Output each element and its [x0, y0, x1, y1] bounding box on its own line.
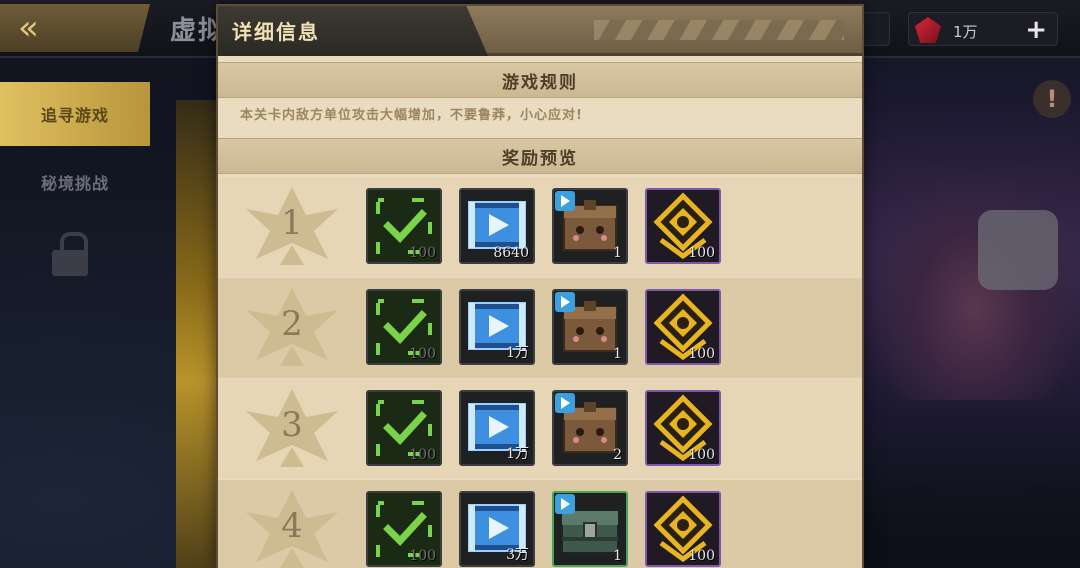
- details-modal: 详细信息 游戏规则 本关卡内敌方单位攻击大幅增加，不要鲁莽，小心应对! 奖励预览…: [218, 6, 862, 568]
- rank-emblem: 2: [244, 286, 340, 370]
- side-nav: 追寻游戏 秘境挑战: [0, 60, 180, 568]
- rewards-heading: 奖励预览: [218, 138, 862, 174]
- reward-item[interactable]: 1万: [459, 390, 535, 466]
- reward-item[interactable]: 2: [552, 390, 628, 466]
- tab-pursuit-game[interactable]: 追寻游戏: [0, 82, 150, 146]
- red-gem-icon: [915, 17, 941, 43]
- reward-item[interactable]: 3万: [459, 491, 535, 567]
- gem-counter: 1万 +: [908, 12, 1058, 46]
- play-tag-icon: [555, 191, 575, 211]
- platform-art: [870, 170, 1080, 400]
- reward-item[interactable]: 8640: [459, 188, 535, 264]
- item-quantity: 100: [409, 245, 436, 261]
- reward-item[interactable]: 1万: [459, 289, 535, 365]
- rank-number: 3: [281, 405, 303, 445]
- modal-header: 详细信息: [218, 6, 862, 56]
- reward-row: 2 100 1万 1 100: [218, 278, 862, 378]
- add-gem-button[interactable]: +: [1025, 15, 1047, 45]
- item-quantity: 1万: [506, 345, 529, 361]
- play-tag-icon: [555, 292, 575, 312]
- reward-item[interactable]: 1: [552, 188, 628, 264]
- item-quantity: 1万: [506, 446, 529, 462]
- rank-emblem: 1: [244, 185, 340, 269]
- tab-secret-challenge[interactable]: 秘境挑战: [0, 150, 150, 214]
- reward-item[interactable]: 100: [645, 289, 721, 365]
- reward-item[interactable]: 100: [366, 390, 442, 466]
- item-quantity: 100: [409, 548, 436, 564]
- rank-number: 1: [281, 203, 303, 243]
- item-quantity: 3万: [506, 547, 529, 563]
- item-quantity: 100: [688, 245, 715, 261]
- reward-item[interactable]: 100: [645, 188, 721, 264]
- item-quantity: 8640: [493, 245, 529, 261]
- back-button[interactable]: «: [0, 4, 150, 52]
- play-tag-icon: [555, 494, 575, 514]
- header-stripes: [594, 20, 844, 40]
- rules-text: 本关卡内敌方单位攻击大幅增加，不要鲁莽，小心应对!: [240, 108, 583, 123]
- item-quantity: 1: [613, 245, 622, 261]
- reward-item[interactable]: 100: [366, 188, 442, 264]
- gem-amount: 1万: [953, 23, 978, 41]
- reward-item[interactable]: 1: [552, 491, 628, 567]
- play-tag-icon: [555, 393, 575, 413]
- chevron-left-icon: «: [18, 8, 39, 48]
- rank-emblem: 4: [244, 488, 340, 568]
- item-quantity: 1: [613, 346, 622, 362]
- rank-emblem: 3: [244, 387, 340, 471]
- item-quantity: 100: [409, 447, 436, 463]
- item-quantity: 100: [688, 346, 715, 362]
- item-quantity: 100: [688, 548, 715, 564]
- item-quantity: 1: [613, 548, 622, 564]
- reward-item[interactable]: 1: [552, 289, 628, 365]
- reward-item[interactable]: 100: [366, 289, 442, 365]
- reward-item[interactable]: 100: [645, 390, 721, 466]
- reward-item[interactable]: 100: [645, 491, 721, 567]
- reward-row: 4 100 3万 1 100: [218, 480, 862, 568]
- alert-icon[interactable]: !: [1033, 80, 1071, 118]
- rules-heading: 游戏规则: [218, 62, 862, 98]
- reward-row: 3 100 1万 2 100: [218, 379, 862, 479]
- rank-number: 4: [281, 506, 303, 546]
- character-art: [176, 100, 220, 568]
- item-quantity: 100: [409, 346, 436, 362]
- modal-title: 详细信息: [232, 20, 320, 44]
- item-quantity: 2: [613, 447, 622, 463]
- reward-row: 1 100 8640 1 100: [218, 177, 862, 277]
- reward-item[interactable]: 100: [366, 491, 442, 567]
- item-quantity: 100: [688, 447, 715, 463]
- lock-icon: [52, 232, 88, 276]
- rank-number: 2: [281, 304, 303, 344]
